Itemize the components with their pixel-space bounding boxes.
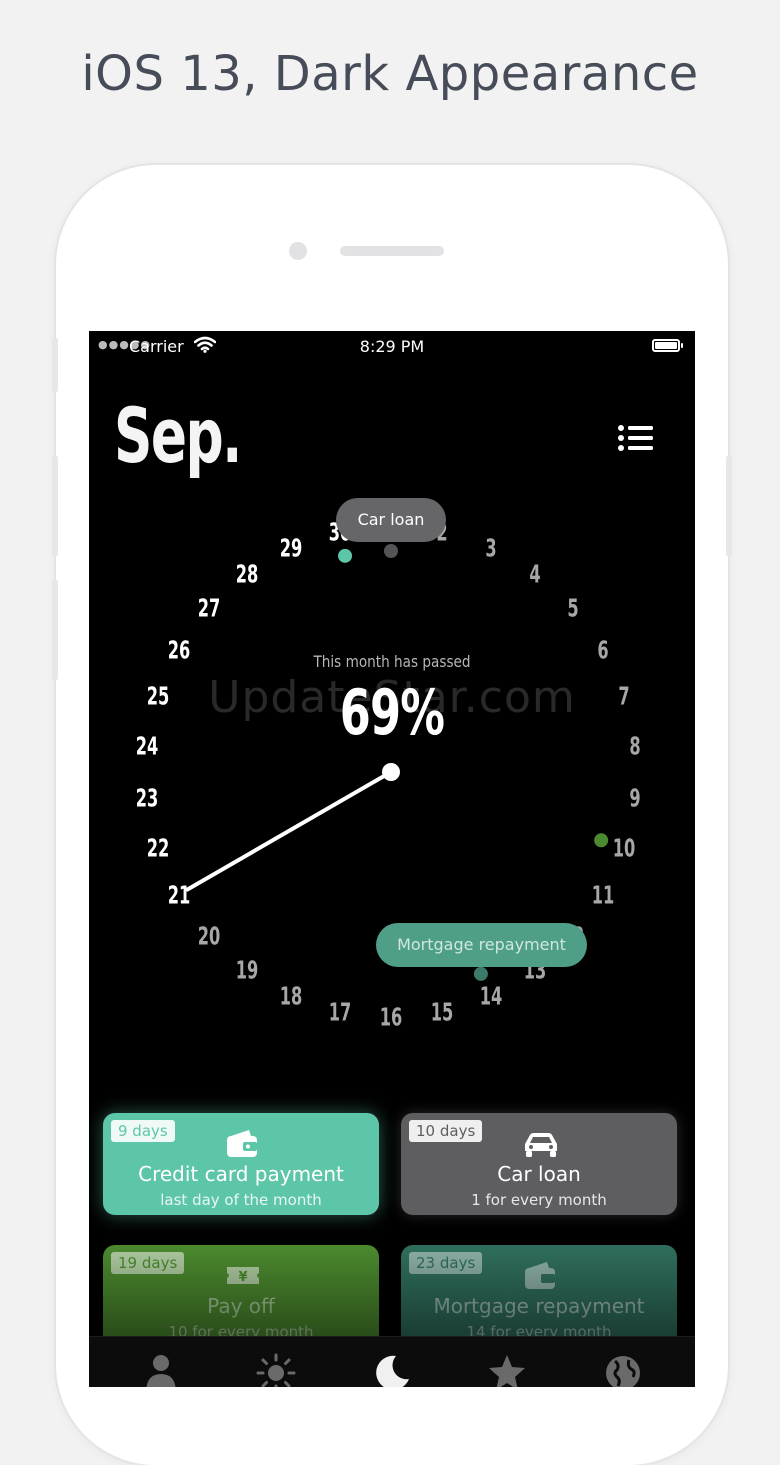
card-title: Car loan <box>497 1162 581 1186</box>
mortgage-bubble[interactable]: Mortgage repayment <box>376 923 587 967</box>
side-button-volume-up <box>52 456 58 556</box>
side-button-volume-down <box>52 580 58 680</box>
page-caption: iOS 13, Dark Appearance <box>81 46 699 102</box>
card-title: Pay off <box>207 1294 275 1318</box>
card-pay-off[interactable]: 19 days ¥ Pay off 10 for every month <box>103 1245 379 1347</box>
earpiece-speaker <box>340 246 444 256</box>
car-loan-marker <box>384 544 398 558</box>
globe-icon[interactable] <box>603 1353 643 1387</box>
moon-icon[interactable] <box>372 1353 412 1387</box>
star-icon[interactable] <box>487 1353 527 1387</box>
yen-ticket-icon: ¥ <box>103 1261 379 1291</box>
card-title: Credit card payment <box>138 1162 344 1186</box>
sun-icon[interactable] <box>256 1353 296 1387</box>
credit-card-marker <box>338 548 353 563</box>
front-camera <box>289 242 307 260</box>
card-title: Mortgage repayment <box>433 1294 645 1318</box>
card-mortgage-repayment[interactable]: 23 days Mortgage repayment 14 for every … <box>401 1245 677 1347</box>
tab-bar <box>89 1336 695 1387</box>
car-icon <box>401 1129 677 1159</box>
card-subtitle: last day of the month <box>160 1191 322 1209</box>
card-subtitle: 1 for every month <box>471 1191 607 1209</box>
app-screen: ●●●●● Carrier 8:29 PM Sep. 3029282726252… <box>89 331 695 1387</box>
month-passed-label: This month has passed <box>313 652 471 671</box>
pay-off-marker <box>594 833 609 848</box>
svg-text:¥: ¥ <box>238 1270 247 1285</box>
card-car-loan[interactable]: 10 days Car loan 1 for every month <box>401 1113 677 1215</box>
person-icon[interactable] <box>141 1353 181 1387</box>
wallet-icon <box>401 1261 677 1291</box>
car-loan-bubble[interactable]: Car loan <box>336 498 446 542</box>
dial-hand <box>185 770 393 892</box>
wallet-icon <box>103 1129 379 1159</box>
side-button-power <box>726 456 732 556</box>
card-credit-card-payment[interactable]: 9 days Credit card payment last day of t… <box>103 1113 379 1215</box>
dial-hand-hub <box>382 763 400 781</box>
mortgage-marker <box>473 966 488 981</box>
side-button-mute <box>52 338 58 392</box>
watermark-text: UpdateStar.com <box>208 672 576 723</box>
